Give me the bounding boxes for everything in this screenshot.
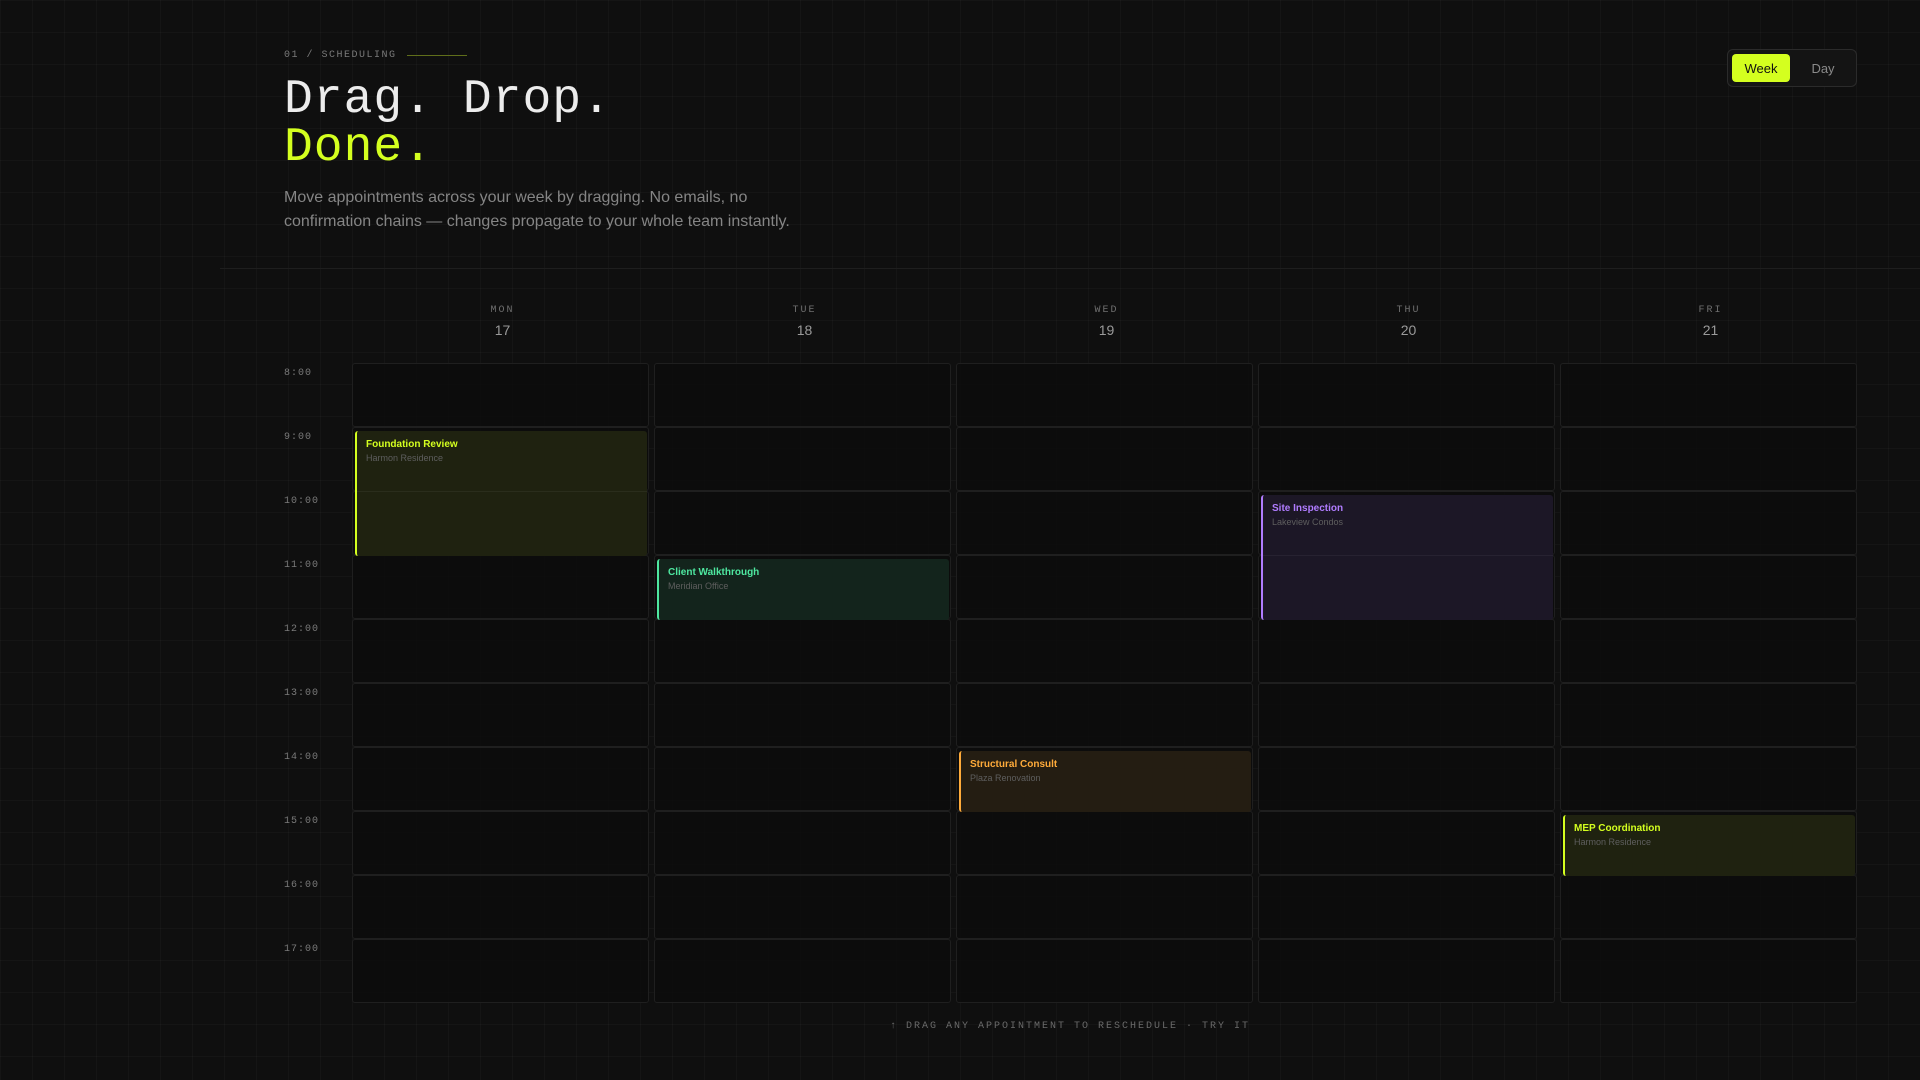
day-header-tue: TUE 18	[656, 305, 953, 338]
time-slot-cell[interactable]	[1258, 427, 1555, 491]
eyebrow-rule	[406, 55, 467, 56]
time-slot-cell[interactable]	[1560, 939, 1857, 1003]
page-subtitle: Move appointments across your week by dr…	[284, 189, 790, 230]
header-divider	[220, 268, 1920, 269]
time-slot-cell[interactable]	[352, 363, 649, 427]
time-slot-cell[interactable]	[956, 491, 1253, 555]
time-slot-cell[interactable]	[1258, 875, 1555, 939]
appointment-location: Plaza Renovation	[970, 773, 1041, 783]
hour-divider	[357, 491, 647, 492]
time-slot-cell[interactable]	[654, 747, 951, 811]
time-label: 15:00	[284, 816, 320, 827]
hour-divider	[1263, 555, 1553, 556]
time-slot-cell[interactable]	[956, 683, 1253, 747]
time-slot-cell[interactable]	[956, 875, 1253, 939]
time-slot-cell[interactable]	[1258, 747, 1555, 811]
time-slot-cell[interactable]	[1560, 875, 1857, 939]
time-slot-cell[interactable]	[654, 619, 951, 683]
time-slot-cell[interactable]	[956, 427, 1253, 491]
day-header-thu: THU 20	[1260, 305, 1557, 338]
appointment-card[interactable]: MEP Coordination Harmon Residence	[1563, 815, 1855, 876]
section-eyebrow: 01 / SCHEDULING	[284, 50, 467, 61]
time-slot-cell[interactable]	[956, 939, 1253, 1003]
time-slot-cell[interactable]	[1258, 619, 1555, 683]
time-slot-cell[interactable]	[654, 491, 951, 555]
appointment-location: Harmon Residence	[366, 453, 444, 463]
day-date: 19	[1098, 322, 1115, 338]
day-view-button[interactable]: Day	[1794, 54, 1852, 82]
time-slot-cell[interactable]	[352, 555, 649, 619]
view-toggle: Week Day	[1727, 49, 1857, 87]
time-slot-cell[interactable]	[956, 555, 1253, 619]
time-label: 14:00	[284, 752, 320, 763]
time-slot-cell[interactable]	[654, 875, 951, 939]
appointment-card[interactable]: Structural Consult Plaza Renovation	[959, 751, 1251, 812]
day-name: MON	[490, 305, 515, 316]
time-label: 12:00	[284, 624, 320, 635]
time-slot-cell[interactable]	[352, 939, 649, 1003]
day-name: FRI	[1698, 305, 1723, 316]
time-label: 11:00	[284, 560, 320, 571]
time-slot-cell[interactable]	[352, 747, 649, 811]
day-name: WED	[1094, 305, 1119, 316]
time-slot-cell[interactable]	[352, 811, 649, 875]
day-name: TUE	[792, 305, 817, 316]
appointment-card[interactable]: Site Inspection Lakeview Condos	[1261, 495, 1553, 620]
eyebrow-label: 01 / SCHEDULING	[284, 50, 397, 61]
time-label: 8:00	[284, 368, 313, 379]
page-headline: Drag. Drop. Done.	[284, 76, 612, 172]
time-slot-cell[interactable]	[654, 427, 951, 491]
time-slot-cell[interactable]	[1258, 683, 1555, 747]
appointment-title: Structural Consult	[970, 759, 1058, 770]
appointment-title: Site Inspection	[1272, 503, 1344, 514]
time-slot-cell[interactable]	[654, 811, 951, 875]
time-slot-cell[interactable]	[352, 875, 649, 939]
appointment-location: Meridian Office	[668, 581, 729, 591]
time-slot-cell[interactable]	[956, 811, 1253, 875]
day-date: 20	[1400, 322, 1417, 338]
time-slot-cell[interactable]	[1560, 427, 1857, 491]
time-label: 16:00	[284, 880, 320, 891]
day-date: 17	[494, 322, 511, 338]
time-slot-cell[interactable]	[1258, 939, 1555, 1003]
day-header-wed: WED 19	[958, 305, 1255, 338]
time-slot-cell[interactable]	[1560, 555, 1857, 619]
time-slot-cell[interactable]	[1258, 363, 1555, 427]
time-label: 17:00	[284, 944, 320, 955]
day-date: 18	[796, 322, 813, 338]
time-slot-cell[interactable]	[1258, 811, 1555, 875]
time-slot-cell[interactable]	[956, 619, 1253, 683]
appointment-location: Lakeview Condos	[1272, 517, 1344, 527]
time-slot-cell[interactable]	[654, 939, 951, 1003]
time-label: 10:00	[284, 496, 320, 507]
time-slot-cell[interactable]	[1560, 491, 1857, 555]
appointment-title: Foundation Review	[366, 439, 458, 450]
day-date: 21	[1702, 322, 1719, 338]
appointment-title: Client Walkthrough	[668, 567, 760, 578]
day-header-mon: MON 17	[354, 305, 651, 338]
time-label: 9:00	[284, 432, 313, 443]
time-slot-cell[interactable]	[352, 619, 649, 683]
time-slot-cell[interactable]	[654, 363, 951, 427]
time-slot-cell[interactable]	[1560, 747, 1857, 811]
week-view-button[interactable]: Week	[1732, 54, 1790, 82]
appointment-location: Harmon Residence	[1574, 837, 1652, 847]
appointment-card[interactable]: Foundation Review Harmon Residence	[355, 431, 647, 556]
time-slot-cell[interactable]	[1560, 363, 1857, 427]
time-slot-cell[interactable]	[352, 683, 649, 747]
headline-line-2: Done.	[284, 121, 434, 175]
appointment-title: MEP Coordination	[1574, 823, 1661, 834]
time-slot-cell[interactable]	[654, 683, 951, 747]
time-slot-cell[interactable]	[1560, 683, 1857, 747]
drag-hint: ↑ DRAG ANY APPOINTMENT TO RESCHEDULE · T…	[889, 1021, 1251, 1032]
time-slot-cell[interactable]	[956, 363, 1253, 427]
day-name: THU	[1396, 305, 1421, 316]
day-header-fri: FRI 21	[1562, 305, 1859, 338]
time-slot-cell[interactable]	[1560, 619, 1857, 683]
time-label: 13:00	[284, 688, 320, 699]
headline-line-1: Drag. Drop.	[284, 73, 612, 127]
appointment-card[interactable]: Client Walkthrough Meridian Office	[657, 559, 949, 620]
